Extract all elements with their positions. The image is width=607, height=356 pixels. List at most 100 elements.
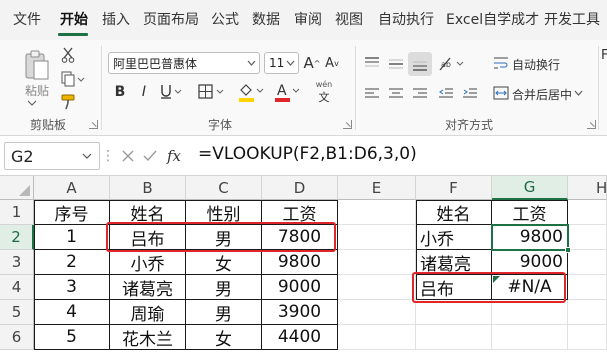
lookup-salary-cell[interactable]: 9000 xyxy=(492,250,568,275)
tab-formulas[interactable]: 公式 xyxy=(211,9,239,29)
font-size-combo[interactable]: 11 xyxy=(264,52,299,74)
cell-g6[interactable] xyxy=(492,325,568,350)
table-cell[interactable]: 女 xyxy=(186,250,262,275)
table-cell[interactable]: 周瑜 xyxy=(110,300,186,325)
align-left-icon[interactable] xyxy=(362,84,382,104)
formula-input[interactable]: =VLOOKUP(F2,B1:D6,3,0) xyxy=(198,144,417,164)
cell-h5[interactable] xyxy=(568,300,607,325)
table-cell[interactable]: 1 xyxy=(34,225,110,250)
row-header-6[interactable]: 6 xyxy=(0,325,34,350)
table-header-cell[interactable]: 性别 xyxy=(186,200,262,225)
column-header-g[interactable]: G xyxy=(492,176,568,200)
name-box-chevron-icon[interactable] xyxy=(80,150,94,162)
lookup-name-cell[interactable]: 诸葛亮 xyxy=(416,250,492,275)
cell-e6[interactable] xyxy=(338,325,416,350)
table-header-cell[interactable]: 工资 xyxy=(262,200,338,225)
cell-h3[interactable] xyxy=(568,250,607,275)
table-cell[interactable]: 4400 xyxy=(262,325,338,350)
row-header-5[interactable]: 5 xyxy=(0,300,34,325)
table-cell[interactable]: 男 xyxy=(186,300,262,325)
merge-center-label[interactable]: 合并后居中 xyxy=(512,86,572,103)
column-header-c[interactable]: C xyxy=(186,176,262,200)
cell-f5[interactable] xyxy=(416,300,492,325)
cell-e5[interactable] xyxy=(338,300,416,325)
phonetic-guide-icon[interactable]: wén 文 xyxy=(312,80,336,104)
cell-h4[interactable] xyxy=(568,275,607,300)
row-header-4[interactable]: 4 xyxy=(0,275,34,300)
tab-excel-self-study[interactable]: Excel自学成才 xyxy=(446,9,539,29)
tab-view[interactable]: 视图 xyxy=(335,9,363,29)
table-header-cell[interactable]: 序号 xyxy=(34,200,110,225)
format-painter-icon[interactable] xyxy=(60,94,76,110)
cell-e2[interactable] xyxy=(338,225,416,250)
italic-icon[interactable]: I xyxy=(136,82,152,102)
table-cell[interactable]: 花木兰 xyxy=(110,325,186,350)
table-cell[interactable]: 男 xyxy=(186,275,262,300)
cell-e3[interactable] xyxy=(338,250,416,275)
fill-handle[interactable] xyxy=(565,247,571,253)
tab-home[interactable]: 开始 xyxy=(60,9,88,29)
column-header-d[interactable]: D xyxy=(262,176,338,200)
lookup-header-cell[interactable]: 姓名 xyxy=(416,200,492,225)
column-header-h[interactable]: H xyxy=(568,176,607,200)
row-header-1[interactable]: 1 xyxy=(0,200,34,225)
tab-insert[interactable]: 插入 xyxy=(102,9,130,29)
row-header-2[interactable]: 2 xyxy=(0,225,34,250)
tab-file[interactable]: 文件 xyxy=(13,9,41,29)
table-cell[interactable]: 2 xyxy=(34,250,110,275)
column-header-f[interactable]: F xyxy=(416,176,492,200)
bold-icon[interactable]: B xyxy=(112,82,128,102)
increase-indent-icon[interactable] xyxy=(460,84,480,104)
row-header-3[interactable]: 3 xyxy=(0,250,34,275)
lookup-name-cell[interactable]: 吕布 xyxy=(416,275,492,300)
fill-color-icon[interactable] xyxy=(236,80,266,104)
table-cell[interactable]: 5 xyxy=(34,325,110,350)
tab-data[interactable]: 数据 xyxy=(252,9,280,29)
lookup-header-cell[interactable]: 工资 xyxy=(492,200,568,225)
increase-font-icon[interactable]: A ^ xyxy=(303,52,321,74)
column-header-b[interactable]: B xyxy=(110,176,186,200)
underline-icon[interactable] xyxy=(158,82,184,102)
wrap-text-label[interactable]: 自动换行 xyxy=(512,56,560,73)
lookup-salary-cell[interactable]: 9800 xyxy=(492,225,568,250)
error-indicator-icon[interactable] xyxy=(493,276,500,283)
paste-icon[interactable] xyxy=(20,48,54,82)
table-cell[interactable]: 7800 xyxy=(262,225,338,250)
column-header-e[interactable]: E xyxy=(338,176,416,200)
cell-f6[interactable] xyxy=(416,325,492,350)
select-all-button[interactable] xyxy=(0,176,34,200)
cell-g5[interactable] xyxy=(492,300,568,325)
alignment-launcher-icon[interactable] xyxy=(587,120,596,129)
clipboard-launcher-icon[interactable] xyxy=(89,120,98,129)
table-cell[interactable]: 3900 xyxy=(262,300,338,325)
align-top-icon[interactable] xyxy=(362,54,382,74)
table-cell[interactable]: 诸葛亮 xyxy=(110,275,186,300)
align-bottom-icon[interactable] xyxy=(408,52,432,76)
cancel-entry-icon[interactable] xyxy=(118,146,138,166)
font-name-combo[interactable]: 阿里巴巴普惠体 xyxy=(108,52,260,74)
cell-h1[interactable] xyxy=(568,200,607,225)
cell-h2[interactable] xyxy=(568,225,607,250)
table-cell[interactable]: 男 xyxy=(186,225,262,250)
merge-center-icon[interactable] xyxy=(492,84,510,102)
font-launcher-icon[interactable] xyxy=(343,120,352,129)
paste-dropdown-icon[interactable] xyxy=(22,97,42,109)
tab-developer[interactable]: 开发工具 xyxy=(544,9,600,29)
font-color-icon[interactable]: A xyxy=(272,80,302,104)
table-header-cell[interactable]: 姓名 xyxy=(110,200,186,225)
copy-icon[interactable] xyxy=(60,70,86,88)
table-cell[interactable]: 9800 xyxy=(262,250,338,275)
table-cell[interactable]: 9000 xyxy=(262,275,338,300)
table-cell[interactable]: 小乔 xyxy=(110,250,186,275)
lookup-name-cell[interactable]: 小乔 xyxy=(416,225,492,250)
tab-automate[interactable]: 自动执行 xyxy=(378,9,434,29)
table-cell[interactable]: 吕布 xyxy=(110,225,186,250)
cell-h6[interactable] xyxy=(568,325,607,350)
table-cell[interactable]: 女 xyxy=(186,325,262,350)
tab-review[interactable]: 审阅 xyxy=(294,9,322,29)
tab-page-layout[interactable]: 页面布局 xyxy=(143,9,199,29)
cell-e1[interactable] xyxy=(338,200,416,225)
cut-icon[interactable] xyxy=(60,46,76,64)
column-header-a[interactable]: A xyxy=(34,176,110,200)
align-right-icon[interactable] xyxy=(410,84,430,104)
